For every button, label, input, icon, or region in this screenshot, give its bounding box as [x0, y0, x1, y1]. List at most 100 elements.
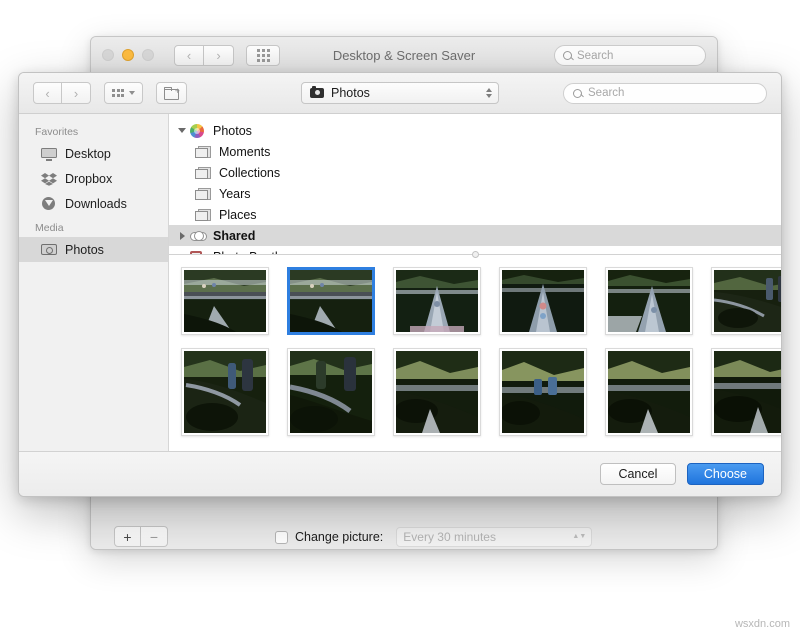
tree-row[interactable]: Moments	[169, 141, 781, 162]
prefs-titlebar: ‹ › Desktop & Screen Saver Search	[91, 37, 717, 74]
icon-view-grid-icon	[112, 89, 124, 97]
change-picture-interval-select[interactable]: Every 30 minutes ▲▼	[396, 527, 592, 547]
sidebar-item-downloads[interactable]: Downloads	[19, 191, 168, 216]
thumbnail-bridge-spire-1[interactable]	[393, 267, 481, 335]
photo-image	[184, 351, 266, 433]
photo-image	[714, 351, 781, 433]
thumbnail-log-scene-2[interactable]	[499, 348, 587, 436]
source-label: Photos	[331, 86, 370, 100]
new-folder-button[interactable]: +	[156, 82, 187, 104]
photo-image	[396, 270, 478, 332]
photos-app-icon	[41, 243, 57, 257]
tree-row-label: Photos	[213, 124, 252, 138]
split-divider[interactable]	[169, 254, 781, 255]
close-button[interactable]	[102, 49, 114, 61]
photo-image	[608, 270, 690, 332]
thumbnail-log-figures-2[interactable]	[181, 348, 269, 436]
tree-row-shared[interactable]: Shared	[169, 225, 781, 246]
dialog-footer: Cancel Choose	[19, 451, 781, 496]
prefs-forward-button[interactable]: ›	[204, 45, 234, 66]
thumbnail-cell[interactable]	[709, 348, 781, 436]
thumbnail-bridge-spire-2[interactable]	[499, 267, 587, 335]
add-folder-button[interactable]: +	[114, 526, 141, 547]
disclosure-triangle-right-icon[interactable]	[175, 232, 189, 240]
dropbox-icon	[41, 172, 57, 186]
thumbnail-cell[interactable]	[391, 267, 483, 335]
tree-row-label: Moments	[219, 145, 270, 159]
dialog-sidebar: Favorites Desktop Dropbox Downloads Medi…	[19, 114, 169, 451]
thumbnail-log-figures-1[interactable]	[711, 267, 781, 335]
dialog-nav-buttons[interactable]: ‹ ›	[33, 82, 91, 104]
thumbnail-bridge-reflection-1[interactable]	[181, 267, 269, 335]
tree-row-label: Collections	[219, 166, 280, 180]
tree-row[interactable]: Years	[169, 183, 781, 204]
thumbnail-log-scene-1[interactable]	[393, 348, 481, 436]
change-picture-row: Change picture: Every 30 minutes ▲▼	[275, 527, 592, 547]
dialog-search-field[interactable]: Search	[563, 83, 767, 104]
watermark: wsxdn.com	[735, 618, 790, 630]
disclosure-triangle-down-icon[interactable]	[175, 128, 189, 133]
cancel-button[interactable]: Cancel	[600, 463, 676, 485]
thumbnail-cell[interactable]	[179, 267, 271, 335]
dialog-search-placeholder: Search	[588, 87, 624, 99]
source-popup-button[interactable]: Photos	[301, 82, 499, 104]
prefs-search-placeholder: Search	[577, 50, 613, 62]
split-resize-handle[interactable]	[472, 251, 479, 258]
tree-row[interactable]: Places	[169, 204, 781, 225]
photos-wheel-icon	[189, 124, 206, 138]
sidebar-item-label: Downloads	[65, 197, 127, 211]
thumbnail-cell[interactable]	[497, 267, 589, 335]
thumbnail-bridge-spire-3[interactable]	[605, 267, 693, 335]
photo-chooser-dialog[interactable]: ‹ › + Photos Search Favorites	[18, 72, 782, 497]
photo-image	[608, 351, 690, 433]
sidebar-item-desktop[interactable]: Desktop	[19, 141, 168, 166]
thumbnail-cell[interactable]	[497, 348, 589, 436]
search-icon	[573, 89, 582, 98]
thumbnail-cell[interactable]	[709, 267, 781, 335]
thumbnail-log-scene-4[interactable]	[711, 348, 781, 436]
tree-row[interactable]: Photos	[169, 120, 781, 141]
minimize-button[interactable]	[122, 49, 134, 61]
thumbnail-cell[interactable]	[285, 267, 377, 335]
sidebar-section-favorites-header: Favorites	[19, 126, 168, 141]
view-options-button[interactable]	[104, 82, 143, 104]
sidebar-item-dropbox[interactable]: Dropbox	[19, 166, 168, 191]
sidebar-section-media-header: Media	[19, 222, 168, 237]
thumbnail-cell[interactable]	[603, 267, 695, 335]
photo-source-tree: Photos Moments Collections Years	[169, 114, 781, 254]
chevron-down-icon	[129, 91, 135, 95]
change-picture-checkbox[interactable]	[275, 531, 288, 544]
dialog-main: Favorites Desktop Dropbox Downloads Medi…	[19, 114, 781, 451]
show-all-preferences-button[interactable]	[246, 45, 280, 66]
tree-row-label: Years	[219, 187, 251, 201]
sidebar-item-label: Photos	[65, 243, 104, 257]
sidebar-item-photos[interactable]: Photos	[19, 237, 168, 262]
thumbnail-cell[interactable]	[603, 348, 695, 436]
album-stack-icon	[195, 208, 212, 222]
thumbnail-cell[interactable]	[391, 348, 483, 436]
zoom-button[interactable]	[142, 49, 154, 61]
photo-image	[714, 270, 781, 332]
photo-image	[290, 351, 372, 433]
prefs-back-button[interactable]: ‹	[174, 45, 204, 66]
photo-grid[interactable]	[169, 255, 781, 451]
photo-image	[184, 270, 266, 332]
thumbnail-log-scene-3[interactable]	[605, 348, 693, 436]
prefs-search-field[interactable]: Search	[554, 45, 706, 66]
photo-row-1	[169, 267, 781, 335]
prefs-nav-buttons[interactable]: ‹ ›	[174, 45, 234, 66]
dialog-back-button[interactable]: ‹	[33, 82, 62, 104]
thumbnail-bridge-reflection-2-selected[interactable]	[287, 267, 375, 335]
remove-folder-button[interactable]: −	[141, 526, 168, 547]
sidebar-item-label: Desktop	[65, 147, 111, 161]
thumbnail-cell[interactable]	[285, 348, 377, 436]
dialog-forward-button[interactable]: ›	[62, 82, 91, 104]
photo-image	[502, 270, 584, 332]
choose-button[interactable]: Choose	[687, 463, 764, 485]
thumbnail-cell[interactable]	[179, 348, 271, 436]
tree-row[interactable]: Collections	[169, 162, 781, 183]
traffic-lights	[102, 49, 154, 61]
desktop-icon	[41, 147, 57, 161]
add-remove-folder-controls[interactable]: + −	[114, 526, 168, 547]
thumbnail-log-figures-3[interactable]	[287, 348, 375, 436]
